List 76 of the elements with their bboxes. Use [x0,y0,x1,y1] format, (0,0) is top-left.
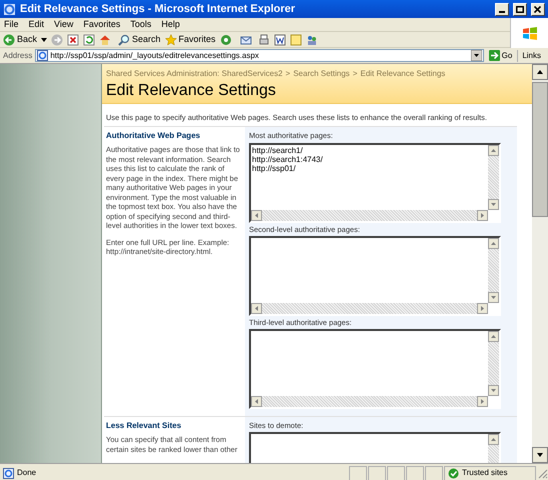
status-pane [406,466,424,480]
status-pane [368,466,386,480]
mail-icon[interactable] [240,34,254,46]
text-area[interactable]: http://search1/ http://search1:4743/ http://ssp01/ [249,142,501,222]
maximize-button[interactable] [513,2,527,16]
scroll-down-button[interactable] [488,292,499,303]
menu-item[interactable]: View [54,18,74,32]
go-button[interactable]: Go [486,50,514,62]
window-title: Edit Relevance Settings - Microsoft Internet Explorer [20,2,296,17]
document-icon[interactable] [274,34,286,46]
section-heading: Less Relevant Sites [106,420,182,432]
breadcrumb-separator: > [352,68,358,80]
breadcrumb-link[interactable]: Shared Services Administration: SharedServices2 [106,68,283,80]
page-title: Edit Relevance Settings [106,81,277,101]
check-icon [448,468,459,478]
star-icon [164,34,177,46]
windows-flag-icon [522,26,538,40]
vertical-scrollbar[interactable] [488,144,499,210]
text-area[interactable] [249,329,501,409]
maximize-icon [516,6,524,12]
stop-icon[interactable] [67,34,80,46]
go-arrow-icon [488,50,500,61]
scroll-left-button[interactable] [251,302,262,314]
close-icon [534,6,542,12]
minimize-button[interactable] [495,2,509,16]
search-button[interactable]: Search [118,32,161,46]
menu-item[interactable]: Help [161,18,180,32]
scroll-up-button[interactable] [488,238,499,249]
section-heading: Authoritative Web Pages [106,130,202,142]
vertical-scrollbar[interactable] [488,238,499,303]
search-icon [118,34,130,46]
scroll-down-button[interactable] [488,198,499,210]
links-button[interactable]: Links [517,50,545,62]
breadcrumb-link[interactable]: Search Settings [293,68,350,80]
back-arrow-icon [3,34,15,46]
resize-grip-icon[interactable] [536,467,548,479]
horizontal-scrollbar[interactable] [251,396,488,407]
address-label: Address [3,50,32,62]
horizontal-scrollbar[interactable] [251,210,488,220]
status-pane [387,466,405,480]
breadcrumb-link[interactable]: Edit Relevance Settings [360,68,446,80]
scroll-right-button[interactable] [477,302,488,314]
scroll-left-button[interactable] [251,396,262,407]
security-zone: Trusted sites [462,467,508,479]
refresh-icon[interactable] [83,34,96,46]
dropdown-icon[interactable] [470,50,482,61]
menu-item[interactable]: File [4,18,19,32]
scroll-right-button[interactable] [477,210,488,220]
people-icon[interactable] [306,34,318,46]
scroll-down-button[interactable] [488,385,499,396]
scroll-up-icon[interactable] [532,64,548,80]
menu-item[interactable]: Favorites [83,18,120,32]
favorites-button[interactable]: Favorites [164,32,216,46]
scroll-right-button[interactable] [477,396,488,407]
status-text: Done [17,467,36,479]
horizontal-scrollbar[interactable] [251,302,488,314]
page-icon [37,50,48,61]
scroll-left-button[interactable] [251,210,262,220]
home-icon[interactable] [99,34,112,46]
scrollbar-thumb[interactable] [532,82,548,217]
menu-item[interactable]: Tools [130,18,152,32]
close-button[interactable] [531,2,545,16]
scroll-down-icon[interactable] [532,447,548,463]
breadcrumb-separator: > [286,68,290,80]
caret-icon[interactable] [41,36,48,42]
status-pane [349,466,367,480]
vertical-scrollbar[interactable] [532,64,548,463]
minimize-icon [499,10,505,12]
browser-icon [3,2,16,16]
printer-icon[interactable] [258,34,270,46]
page-icon [3,468,14,478]
menu-item[interactable]: Edit [28,18,44,32]
text-area[interactable] [249,236,501,316]
vertical-scrollbar[interactable] [488,331,499,396]
scroll-up-button[interactable] [488,144,499,156]
back-button[interactable]: Back [3,32,38,46]
